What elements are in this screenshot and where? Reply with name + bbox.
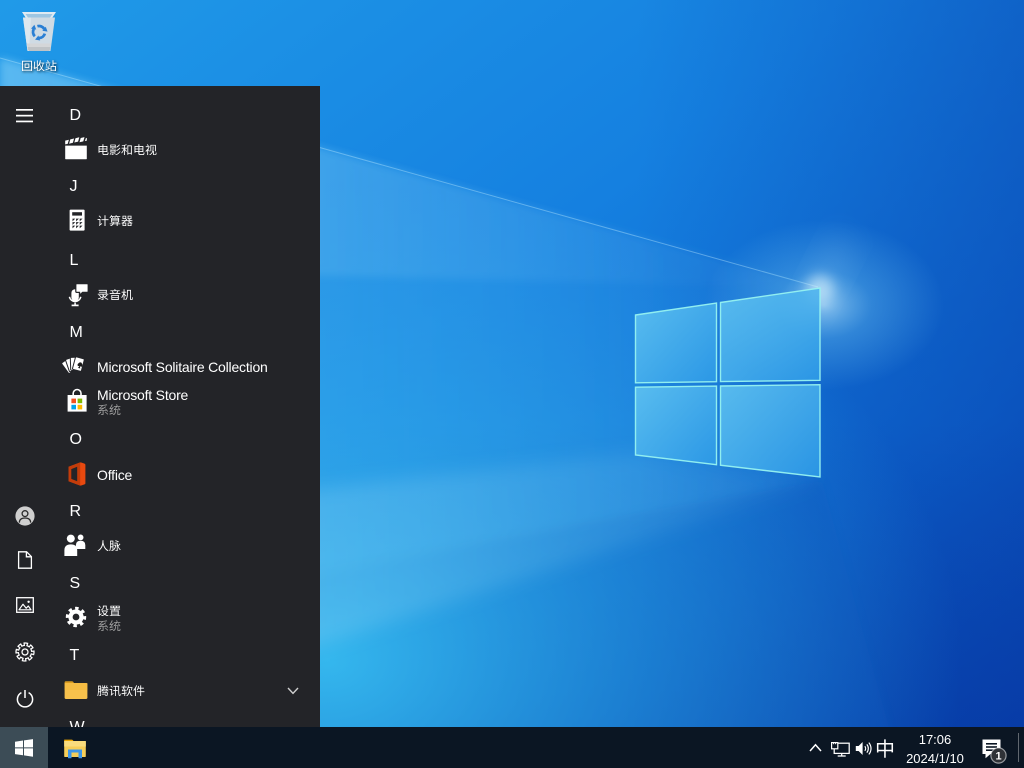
svg-text:1: 1 [995,750,1001,762]
